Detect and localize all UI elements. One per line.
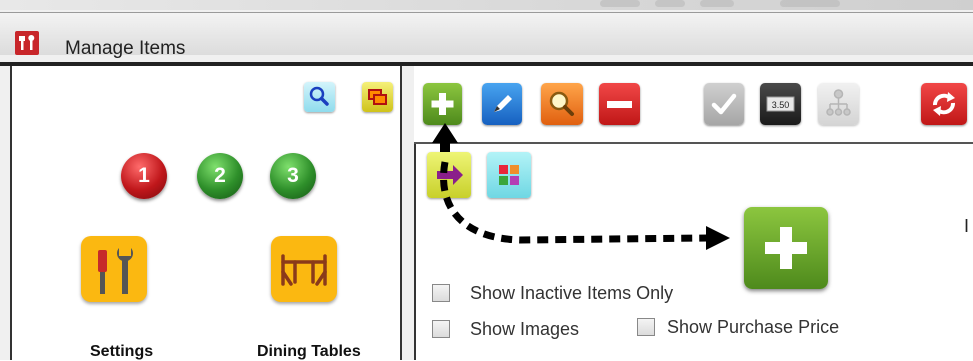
show-inactive-label[interactable]: Show Inactive Items Only [470,283,673,304]
page-1-button[interactable]: 1 [121,153,167,199]
page-3-button[interactable]: 3 [270,153,316,199]
edit-item-button[interactable] [482,83,522,125]
settings-label: Settings [90,343,154,360]
show-images-checkbox[interactable] [432,320,450,338]
window-title: Manage Items [65,38,186,59]
remove-icon [607,101,632,108]
price-text: 3.50 [772,100,790,110]
app-logo-icon [15,31,39,55]
check-icon [711,93,737,115]
find-item-button[interactable] [541,83,583,125]
add-icon [765,227,807,269]
page-2-button[interactable]: 2 [197,153,243,199]
modifiers-button[interactable] [818,83,859,125]
add-item-callout [744,207,828,289]
dining-tables-tile[interactable] [271,236,337,302]
move-arrow-icon [437,165,463,185]
show-images-label[interactable]: Show Images [470,319,579,340]
search-icon [549,91,574,116]
color-grid-icon [499,165,519,185]
show-purchase-price-checkbox[interactable] [637,318,655,336]
search-icon[interactable] [304,82,335,112]
dining-table-icon [281,254,327,286]
settings-tile[interactable] [81,236,147,302]
manage-items-window: Manage Items 1 2 3 Settings Dining Table… [0,0,973,360]
add-icon [431,93,454,115]
price-button[interactable]: 3.50 [760,83,801,125]
title-bar[interactable]: Manage Items [0,12,973,59]
move-item-button[interactable] [427,152,471,198]
sync-button[interactable] [921,83,967,125]
color-grid-button[interactable] [487,152,531,198]
layers-icon[interactable] [362,82,393,112]
remove-item-button[interactable] [599,83,640,125]
edit-icon [494,95,512,112]
background-strip [0,0,973,10]
dining-tables-label: Dining Tables [257,343,361,360]
show-purchase-price-label[interactable]: Show Purchase Price [667,317,839,338]
sync-icon [933,92,955,116]
truncated-label: I [964,216,970,236]
hierarchy-icon [826,89,851,116]
tools-icon [98,248,133,294]
price-icon: 3.50 [766,96,795,112]
activate-button[interactable] [704,83,744,125]
add-item-button[interactable] [423,83,462,125]
left-navigation-panel [10,66,402,360]
show-inactive-checkbox[interactable] [432,284,450,302]
